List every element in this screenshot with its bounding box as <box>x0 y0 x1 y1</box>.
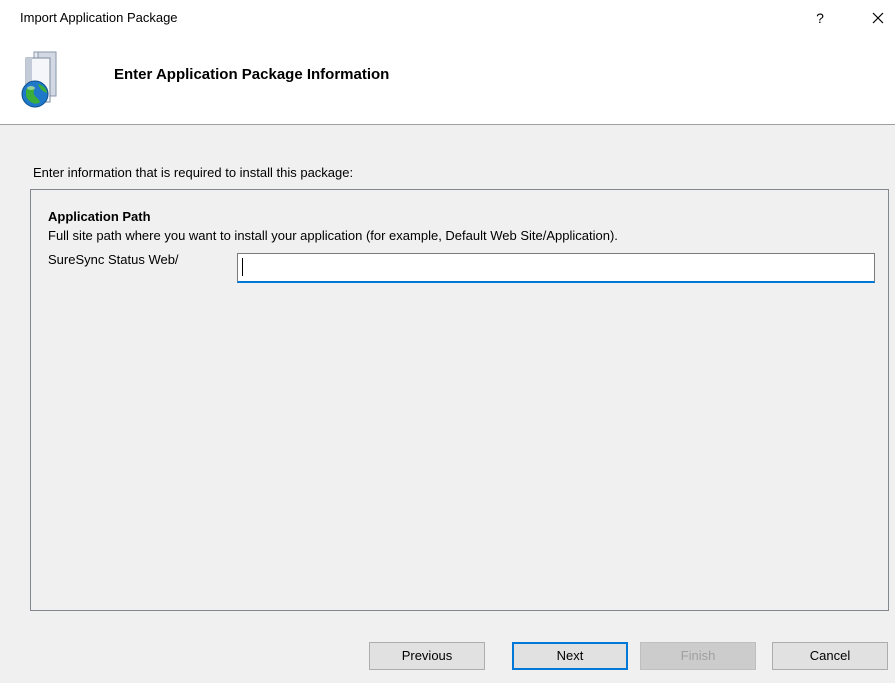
next-button[interactable]: Next <box>512 642 628 670</box>
help-button[interactable]: ? <box>808 7 832 29</box>
wizard-header: Enter Application Package Information <box>0 36 895 124</box>
parameters-panel: Application Path Full site path where yo… <box>30 189 889 611</box>
text-caret <box>242 258 243 276</box>
package-globe-icon <box>18 50 62 112</box>
header-title: Enter Application Package Information <box>114 66 390 83</box>
import-application-package-dialog: Import Application Package ? Enter Appli… <box>0 0 895 683</box>
wizard-content: Enter information that is required to in… <box>0 125 895 635</box>
cancel-button[interactable]: Cancel <box>772 642 888 670</box>
intro-text: Enter information that is required to in… <box>33 165 354 180</box>
section-title: Application Path <box>48 209 151 224</box>
finish-button[interactable]: Finish <box>640 642 756 670</box>
close-icon <box>872 12 884 24</box>
section-description: Full site path where you want to install… <box>48 228 618 243</box>
application-path-input[interactable] <box>237 253 875 283</box>
close-button[interactable] <box>866 7 890 29</box>
window-title: Import Application Package <box>20 10 178 25</box>
path-prefix-label: SureSync Status Web/ <box>48 252 179 267</box>
title-bar: Import Application Package ? <box>0 0 895 36</box>
wizard-footer: Previous Next Finish Cancel <box>0 635 895 683</box>
previous-button[interactable]: Previous <box>369 642 485 670</box>
